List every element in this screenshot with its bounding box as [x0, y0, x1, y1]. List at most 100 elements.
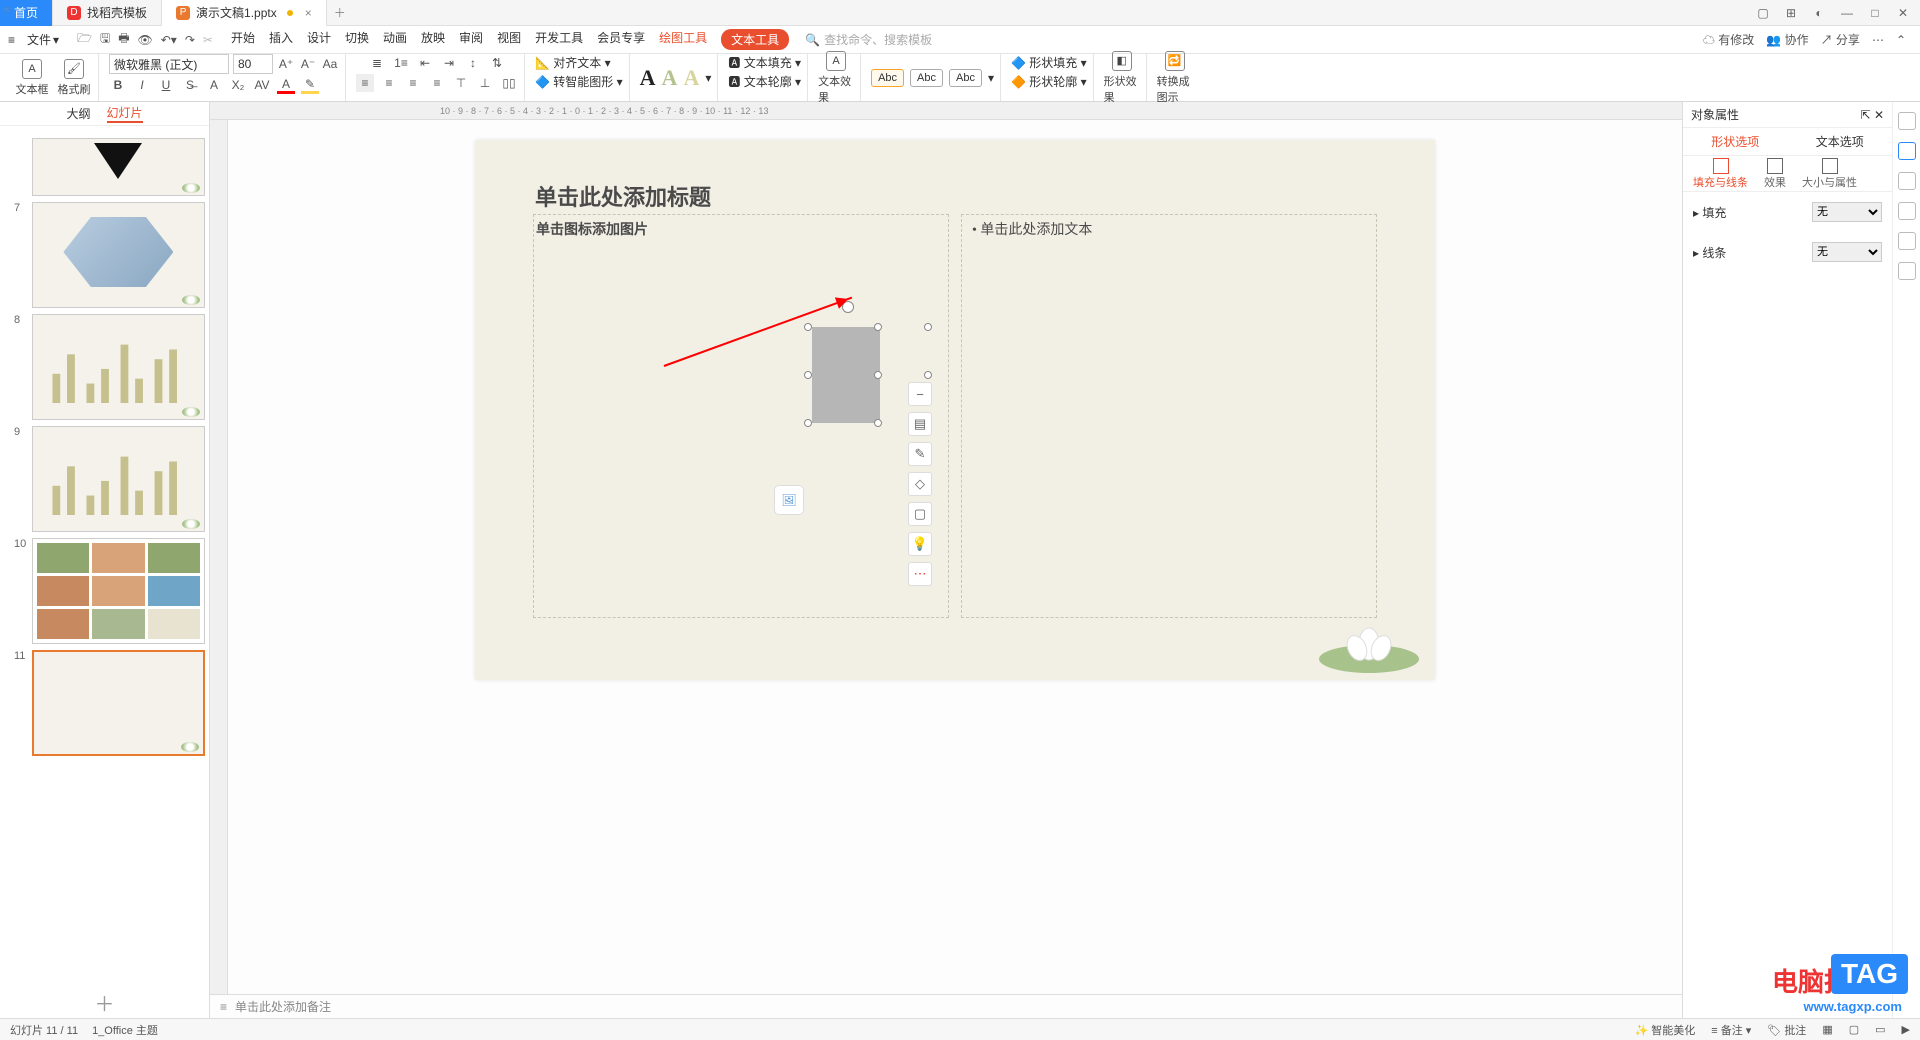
- thumbnails-list[interactable]: 7 8 9 10 11: [0, 126, 209, 986]
- strike-button[interactable]: S̶: [181, 76, 199, 94]
- view-normal-icon[interactable]: ▦: [1822, 1023, 1832, 1036]
- hamburger-icon[interactable]: ≡: [8, 33, 15, 47]
- coop-button[interactable]: 👥 协作: [1766, 31, 1808, 48]
- tab-slides[interactable]: 幻灯片: [107, 104, 143, 123]
- text-placeholder[interactable]: • 单击此处添加文本: [961, 214, 1377, 618]
- save-icon[interactable]: 🖫: [100, 29, 110, 50]
- side-tool-5[interactable]: [1898, 232, 1916, 250]
- highlight-button[interactable]: ✎: [301, 76, 319, 94]
- view-reading-icon[interactable]: ▭: [1875, 1023, 1885, 1036]
- columns-icon[interactable]: ▯▯: [500, 74, 518, 92]
- line-select[interactable]: 无: [1812, 242, 1882, 262]
- tab-templates[interactable]: D 找稻壳模板: [53, 0, 162, 26]
- notes-toggle[interactable]: ≡ 备注 ▾: [1711, 1022, 1751, 1038]
- linespacing-icon[interactable]: ↕: [464, 54, 482, 72]
- align-right-icon[interactable]: ≡: [404, 74, 422, 92]
- close-panel-button[interactable]: ✕: [1874, 108, 1884, 122]
- fontsize-select[interactable]: 80: [233, 54, 273, 74]
- more-tools-icon[interactable]: ⋯: [908, 562, 932, 586]
- resize-handle-sw[interactable]: [804, 419, 812, 427]
- font-select[interactable]: 微软雅黑 (正文): [109, 54, 229, 74]
- textstyle-1[interactable]: A: [640, 65, 656, 91]
- resize-handle-w[interactable]: [804, 371, 812, 379]
- textbox-button[interactable]: A文本框: [14, 59, 50, 97]
- format-painter-button[interactable]: 🖌格式刷: [56, 59, 92, 97]
- zoom-out-icon[interactable]: −: [908, 382, 932, 406]
- undo-button[interactable]: ↶▾: [161, 33, 177, 47]
- apps-icon[interactable]: ⊞: [1782, 6, 1800, 20]
- menu-drawtools[interactable]: 绘图工具: [659, 29, 707, 50]
- shapeeffect-button[interactable]: ◧形状效果: [1104, 51, 1140, 105]
- menu-animation[interactable]: 动画: [383, 29, 407, 50]
- selected-shape[interactable]: [812, 327, 880, 423]
- cloud-changes[interactable]: ☁ 有修改: [1703, 31, 1754, 48]
- tab-document[interactable]: P 演示文稿1.pptx ×: [162, 0, 327, 26]
- menu-transition[interactable]: 切换: [345, 29, 369, 50]
- preview-icon[interactable]: 👁: [138, 33, 153, 47]
- menu-slideshow[interactable]: 放映: [421, 29, 445, 50]
- shrink-font-icon[interactable]: A⁻: [299, 55, 317, 73]
- menu-view[interactable]: 视图: [497, 29, 521, 50]
- cut-icon[interactable]: ✂: [203, 33, 213, 47]
- search-box[interactable]: 🔍 查找命令、搜索模板: [805, 31, 932, 48]
- subscript-button[interactable]: X₂: [229, 76, 247, 94]
- align-justify-icon[interactable]: ≡: [428, 74, 446, 92]
- italic-button[interactable]: I: [133, 76, 151, 94]
- print-icon[interactable]: 🖶: [118, 29, 129, 50]
- indent-dec-icon[interactable]: ⇤: [416, 54, 434, 72]
- shapestyle-3[interactable]: Abc: [949, 69, 982, 87]
- textoutline-button[interactable]: 🅰 文本轮廓 ▾: [728, 73, 801, 90]
- menu-texttools[interactable]: 文本工具: [721, 29, 789, 50]
- slide-thumb-11[interactable]: [32, 650, 205, 756]
- add-slide-button[interactable]: ＋: [0, 986, 209, 1018]
- spacing-icon[interactable]: AV: [253, 76, 271, 94]
- idea-icon[interactable]: 💡: [908, 532, 932, 556]
- smart-beautify[interactable]: ✨ 智能美化: [1634, 1022, 1695, 1038]
- textstyle-expand-icon[interactable]: ▾: [705, 71, 711, 85]
- resize-handle-nw[interactable]: [804, 323, 812, 331]
- tab-shape-options[interactable]: 形状选项: [1711, 133, 1759, 150]
- picture-placeholder[interactable]: 单击图标添加图片 🖼: [533, 214, 949, 618]
- bullets-icon[interactable]: ≣: [368, 54, 386, 72]
- redo-button[interactable]: ↷: [185, 33, 195, 47]
- tab-outline[interactable]: 大纲: [66, 105, 90, 122]
- align-v1-icon[interactable]: ⊤: [452, 74, 470, 92]
- to-smartshape-button[interactable]: 🔷 转智能图形 ▾: [535, 73, 623, 90]
- pencil-icon[interactable]: ✎: [908, 442, 932, 466]
- bold-button[interactable]: B: [109, 76, 127, 94]
- resize-handle-e[interactable]: [874, 371, 882, 379]
- menu-design[interactable]: 设计: [307, 29, 331, 50]
- textstyle-3[interactable]: A: [683, 65, 699, 91]
- resize-handle-e2[interactable]: [924, 371, 932, 379]
- numbering-icon[interactable]: 1≡: [392, 54, 410, 72]
- maximize-button[interactable]: □: [1866, 6, 1884, 20]
- resize-handle-ne2[interactable]: [924, 323, 932, 331]
- shapefill-button[interactable]: 🔷 形状填充 ▾: [1011, 54, 1087, 71]
- align-left-icon[interactable]: ≡: [356, 74, 374, 92]
- fill-select[interactable]: 无: [1812, 202, 1882, 222]
- shapestyle-2[interactable]: Abc: [910, 69, 943, 87]
- align-center-icon[interactable]: ≡: [380, 74, 398, 92]
- fontcolor-button[interactable]: A: [277, 76, 295, 94]
- side-tool-4[interactable]: [1898, 202, 1916, 220]
- resize-handle-ne[interactable]: [874, 323, 882, 331]
- comments-toggle[interactable]: 🏷 批注: [1767, 1022, 1806, 1038]
- textfill-button[interactable]: 🅰 文本填充 ▾: [728, 54, 801, 71]
- menu-devtools[interactable]: 开发工具: [535, 29, 583, 50]
- share-button[interactable]: ↗ 分享: [1821, 31, 1860, 48]
- resize-handle-se[interactable]: [874, 419, 882, 427]
- align-v2-icon[interactable]: ⊥: [476, 74, 494, 92]
- tab-close-button[interactable]: ×: [305, 6, 312, 20]
- file-menu[interactable]: 文件▾: [21, 29, 65, 50]
- title-placeholder[interactable]: 单击此处添加标题: [535, 180, 711, 212]
- menu-insert[interactable]: 插入: [269, 29, 293, 50]
- texteffect-button[interactable]: A文本效果: [818, 51, 854, 105]
- view-slideshow-icon[interactable]: ▶: [1902, 1023, 1910, 1036]
- slide-thumb-7[interactable]: [32, 202, 205, 308]
- pin-icon[interactable]: ⇱: [1861, 108, 1871, 122]
- change-case-icon[interactable]: Aa: [321, 55, 339, 73]
- shapestyle-1[interactable]: Abc: [871, 69, 904, 87]
- theme-name[interactable]: 1_Office 主题: [92, 1022, 158, 1038]
- menu-review[interactable]: 审阅: [459, 29, 483, 50]
- new-tab-button[interactable]: ＋: [327, 4, 353, 21]
